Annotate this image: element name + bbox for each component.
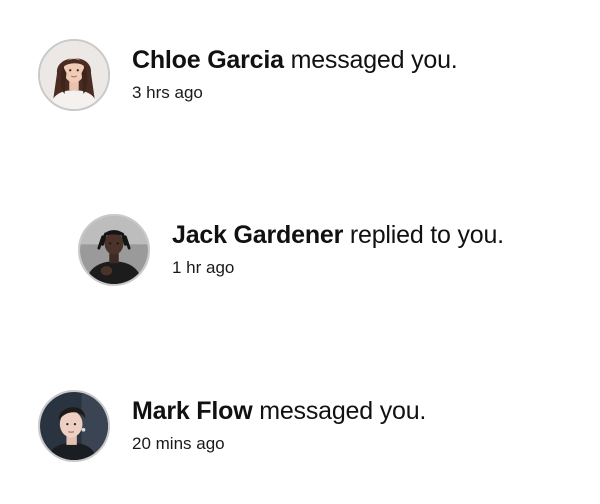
avatar[interactable] bbox=[38, 390, 110, 462]
notification-item[interactable]: Jack Gardener replied to you. 1 hr ago bbox=[78, 214, 504, 286]
notification-headline: Chloe Garcia messaged you. bbox=[132, 45, 458, 75]
avatar[interactable] bbox=[78, 214, 150, 286]
notification-text: Chloe Garcia messaged you. 3 hrs ago bbox=[132, 39, 458, 103]
notification-feed: Chloe Garcia messaged you. 3 hrs ago Jac… bbox=[0, 0, 600, 504]
notification-item[interactable]: Chloe Garcia messaged you. 3 hrs ago bbox=[38, 39, 458, 111]
notification-action: replied to you. bbox=[349, 221, 504, 249]
notification-headline: Jack Gardener replied to you. bbox=[172, 220, 504, 250]
notification-action: messaged you. bbox=[290, 46, 458, 74]
notification-text: Jack Gardener replied to you. 1 hr ago bbox=[172, 214, 504, 278]
notification-item[interactable]: Mark Flow messaged you. 20 mins ago bbox=[38, 390, 426, 462]
avatar[interactable] bbox=[38, 39, 110, 111]
avatar-image bbox=[40, 41, 108, 109]
avatar-image bbox=[40, 392, 108, 460]
sender-name[interactable]: Mark Flow bbox=[132, 397, 253, 425]
timestamp: 20 mins ago bbox=[132, 434, 225, 453]
sender-name[interactable]: Chloe Garcia bbox=[132, 46, 284, 74]
timestamp: 1 hr ago bbox=[172, 258, 235, 277]
notification-text: Mark Flow messaged you. 20 mins ago bbox=[132, 390, 426, 454]
notification-headline: Mark Flow messaged you. bbox=[132, 396, 426, 426]
notification-action: messaged you. bbox=[259, 397, 427, 425]
timestamp: 3 hrs ago bbox=[132, 83, 203, 102]
avatar-image bbox=[80, 216, 148, 284]
sender-name[interactable]: Jack Gardener bbox=[172, 221, 343, 249]
